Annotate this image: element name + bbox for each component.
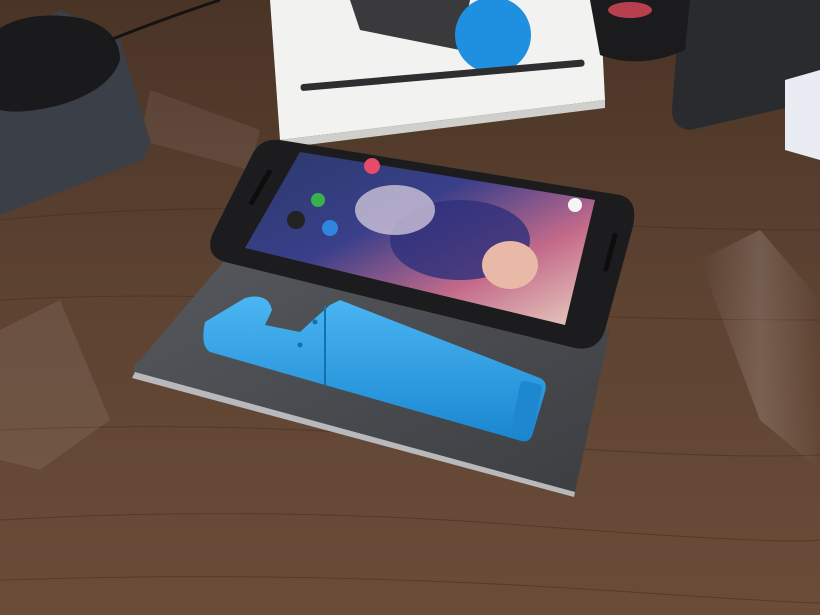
- photo-scene: [0, 0, 820, 615]
- google-icon: [568, 198, 582, 212]
- app-icon: [322, 220, 338, 236]
- box-badge: [455, 0, 531, 73]
- photo-canvas: [0, 0, 820, 615]
- play-store-icon: [287, 211, 305, 229]
- bluray-case: [785, 70, 820, 160]
- app-icon: [364, 158, 380, 174]
- app-icon: [311, 193, 325, 207]
